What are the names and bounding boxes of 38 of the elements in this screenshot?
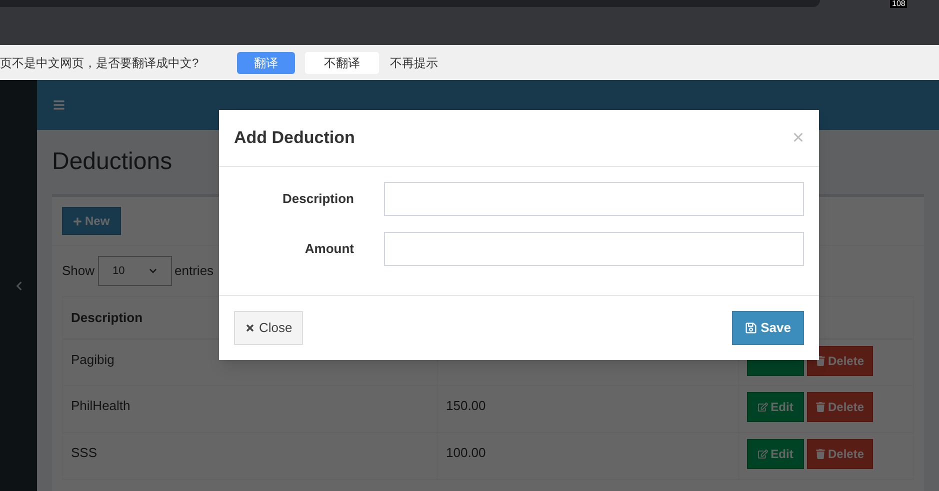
delete-button[interactable]: Delete [807,392,873,422]
edit-icon [758,449,768,459]
entries-select[interactable]: 10 [98,256,172,286]
translate-button[interactable]: 翻译 [237,52,295,74]
delete-button[interactable]: Delete [807,439,873,469]
delete-button[interactable]: Delete [807,346,873,376]
notification-badge: 108 [890,0,908,8]
input-field[interactable] [384,182,804,216]
entries-label: entries [174,262,214,280]
plus-icon [73,216,82,226]
field-label: Description [281,190,354,208]
column-header: Description [71,310,143,324]
field-label: Amount [304,240,354,258]
edit-icon [758,402,768,412]
close-icon-button[interactable]: × [792,128,804,148]
table-cell: PhilHealth [62,386,438,432]
table-cell: 150.00 [446,398,486,413]
collapse-icon[interactable] [14,280,22,290]
trash-icon [816,402,825,412]
save-icon [744,322,757,334]
edit-button[interactable]: Edit [747,392,804,422]
table-cell: SSS [62,432,438,480]
show-label: Show [62,262,95,280]
input-field[interactable] [384,232,804,266]
translate-button[interactable]: 不翻译 [305,52,379,74]
trash-icon [816,449,825,459]
menu-icon[interactable] [53,99,65,111]
close-icon [245,323,255,333]
save-button[interactable]: Save [732,311,804,345]
new-button[interactable]: New [62,207,121,235]
chevron-down-icon [148,267,157,275]
page-title: Deductions [52,147,172,177]
translate-message: 页不是中文网页，是否要翻译成中文? [0,54,200,72]
modal-title: Add Deduction [234,127,355,150]
edit-button[interactable]: Edit [747,439,804,469]
close-button[interactable]: Close [234,311,304,345]
table-cell: 100.00 [446,445,486,460]
never-show-button[interactable]: 不再提示 [390,54,438,72]
